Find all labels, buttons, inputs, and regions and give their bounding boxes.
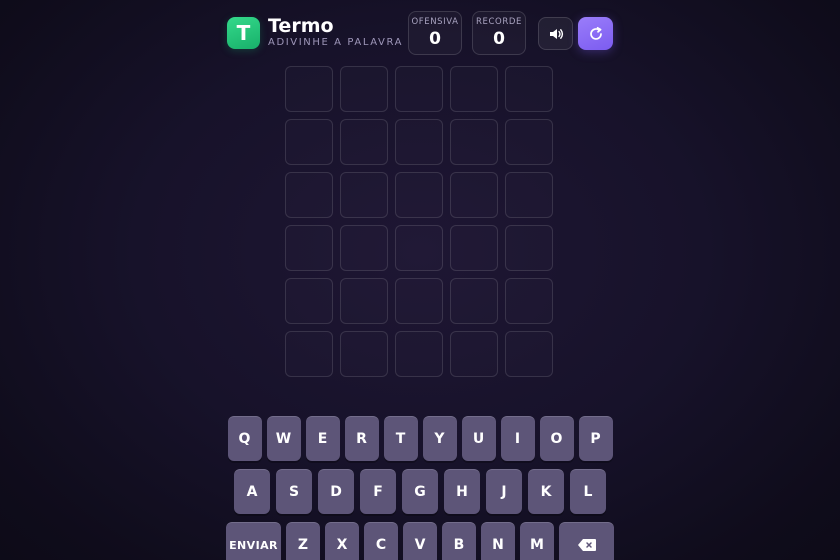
letter-tile [450, 119, 498, 165]
board-row [285, 172, 553, 218]
letter-tile [505, 331, 553, 377]
letter-tile[interactable] [505, 66, 553, 112]
letter-tile [285, 172, 333, 218]
key-f[interactable]: F [360, 469, 396, 514]
key-p[interactable]: P [578, 416, 613, 461]
key-n[interactable]: N [481, 522, 515, 560]
record-label: RECORDE [476, 17, 522, 27]
game-board [285, 66, 553, 384]
key-s[interactable]: S [276, 469, 312, 514]
board-row [285, 278, 553, 324]
record-counter: RECORDE 0 [472, 11, 526, 55]
letter-tile [285, 331, 333, 377]
keyboard: Q W E R T Y U I O P A S D F G H J K L EN… [0, 416, 840, 560]
letter-tile [505, 225, 553, 271]
letter-tile[interactable] [450, 66, 498, 112]
keyboard-row: Q W E R T Y U I O P [0, 416, 840, 461]
page-subtitle: ADIVINHE A PALAVRA [268, 37, 404, 48]
key-m[interactable]: M [520, 522, 554, 560]
board-row [285, 66, 553, 112]
letter-tile [505, 278, 553, 324]
reset-button[interactable] [578, 17, 613, 50]
key-a[interactable]: A [234, 469, 270, 514]
key-v[interactable]: V [403, 522, 437, 560]
backspace-key[interactable] [559, 522, 614, 560]
key-t[interactable]: T [383, 416, 418, 461]
page-title: Termo [268, 15, 334, 37]
letter-tile [395, 278, 443, 324]
key-d[interactable]: D [318, 469, 354, 514]
letter-tile [340, 278, 388, 324]
letter-tile [395, 331, 443, 377]
letter-tile [285, 278, 333, 324]
backspace-icon [577, 539, 596, 551]
key-o[interactable]: O [539, 416, 574, 461]
letter-tile [395, 225, 443, 271]
keyboard-row: ENVIAR Z X C V B N M [0, 522, 840, 560]
letter-tile [450, 172, 498, 218]
letter-tile [340, 331, 388, 377]
letter-tile [505, 172, 553, 218]
key-w[interactable]: W [266, 416, 301, 461]
letter-tile [340, 172, 388, 218]
enter-key[interactable]: ENVIAR [226, 522, 281, 560]
sound-button[interactable] [538, 17, 573, 50]
letter-tile[interactable] [395, 66, 443, 112]
board-row [285, 119, 553, 165]
key-c[interactable]: C [364, 522, 398, 560]
key-x[interactable]: X [325, 522, 359, 560]
record-value: 0 [493, 29, 505, 49]
streak-counter: OFENSIVA 0 [408, 11, 462, 55]
key-u[interactable]: U [461, 416, 496, 461]
logo-letter: T [236, 21, 251, 45]
letter-tile [450, 331, 498, 377]
speaker-icon [549, 28, 563, 39]
letter-tile [340, 119, 388, 165]
streak-value: 0 [429, 29, 441, 49]
key-z[interactable]: Z [286, 522, 320, 560]
letter-tile[interactable] [340, 66, 388, 112]
key-q[interactable]: Q [227, 416, 262, 461]
key-l[interactable]: L [570, 469, 606, 514]
letter-tile [395, 172, 443, 218]
key-h[interactable]: H [444, 469, 480, 514]
board-row [285, 331, 553, 377]
letter-tile [450, 278, 498, 324]
header: T Termo ADIVINHE A PALAVRA OFENSIVA 0 RE… [0, 0, 840, 60]
streak-label: OFENSIVA [411, 17, 459, 27]
key-g[interactable]: G [402, 469, 438, 514]
refresh-icon [589, 26, 602, 40]
key-i[interactable]: I [500, 416, 535, 461]
key-r[interactable]: R [344, 416, 379, 461]
letter-tile [450, 225, 498, 271]
key-y[interactable]: Y [422, 416, 457, 461]
letter-tile [285, 119, 333, 165]
letter-tile[interactable] [285, 66, 333, 112]
letter-tile [340, 225, 388, 271]
letter-tile [285, 225, 333, 271]
key-e[interactable]: E [305, 416, 340, 461]
key-j[interactable]: J [486, 469, 522, 514]
logo: T [227, 17, 260, 49]
letter-tile [505, 119, 553, 165]
board-row [285, 225, 553, 271]
key-k[interactable]: K [528, 469, 564, 514]
keyboard-row: A S D F G H J K L [0, 469, 840, 514]
key-b[interactable]: B [442, 522, 476, 560]
letter-tile [395, 119, 443, 165]
